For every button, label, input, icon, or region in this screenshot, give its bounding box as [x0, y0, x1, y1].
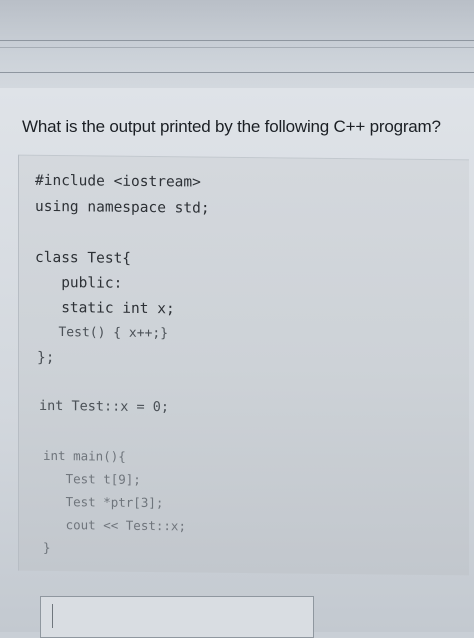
- code-line-include: #include <iostream>: [35, 172, 201, 191]
- code-line-class: class Test{: [35, 249, 132, 267]
- code-block: #include <iostream> using namespace std;…: [18, 154, 469, 576]
- code-line-static: static int x;: [35, 299, 175, 318]
- code-line-class-end: };: [37, 349, 55, 367]
- divider: [0, 72, 474, 73]
- code-line-using: using namespace std;: [35, 198, 210, 217]
- divider: [0, 47, 474, 48]
- question-text: What is the output printed by the follow…: [22, 117, 441, 136]
- code-line-public: public:: [35, 274, 123, 292]
- divider: [0, 40, 474, 41]
- code-line-constructor: Test() { x++;}: [35, 324, 169, 342]
- text-cursor: [52, 604, 53, 628]
- code-line-pointer-array: Test *ptr[3];: [43, 493, 164, 511]
- code-line-main: int main(){: [43, 447, 126, 464]
- code-line-static-def: int Test::x = 0;: [39, 397, 170, 416]
- code-line-cout: cout << Test::x;: [43, 516, 186, 534]
- code-line-main-end: }: [43, 539, 51, 555]
- top-bar: [0, 0, 474, 88]
- code-line-test-array: Test t[9];: [43, 470, 141, 487]
